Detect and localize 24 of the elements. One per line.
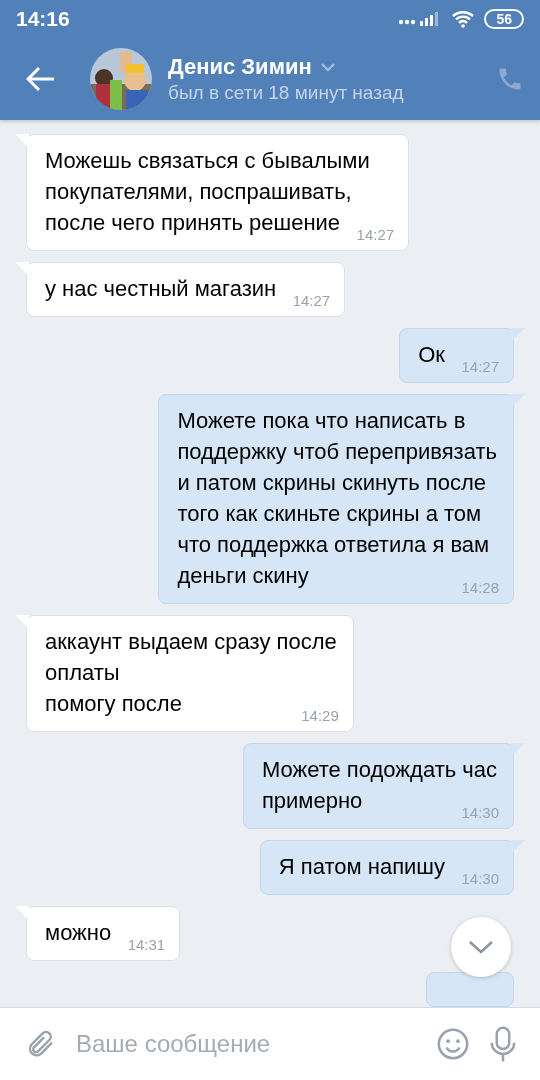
message-time: 14:31	[127, 936, 166, 954]
message-text: Ок	[418, 342, 445, 367]
message-text: можно	[45, 920, 112, 945]
message-time: 14:27	[356, 226, 395, 244]
message-text: Я патом напишу	[278, 854, 445, 879]
message-time: 14:29	[301, 707, 339, 725]
battery-indicator: 56	[484, 9, 524, 29]
message-input[interactable]: Ваше сообщение	[74, 1029, 418, 1059]
status-time: 14:16	[16, 7, 71, 31]
back-icon[interactable]	[26, 66, 56, 92]
last-seen-status: был в сети 18 минут назад	[168, 82, 405, 104]
chevron-down-icon[interactable]	[319, 62, 336, 72]
scroll-down-button[interactable]	[451, 917, 511, 977]
message-time: 14:30	[461, 870, 499, 888]
message-text: у нас честный магазин	[45, 276, 277, 301]
message-time: 14:28	[461, 579, 499, 597]
wifi-icon	[452, 10, 475, 28]
contact-name[interactable]: Денис Зимин	[168, 54, 312, 80]
message-time: 14:30	[461, 804, 499, 822]
chevron-down-icon	[468, 940, 494, 954]
microphone-icon[interactable]	[488, 1025, 518, 1063]
smile-icon[interactable]	[436, 1027, 470, 1061]
message-time: 14:27	[292, 292, 331, 310]
message-time: 14:27	[461, 358, 499, 376]
